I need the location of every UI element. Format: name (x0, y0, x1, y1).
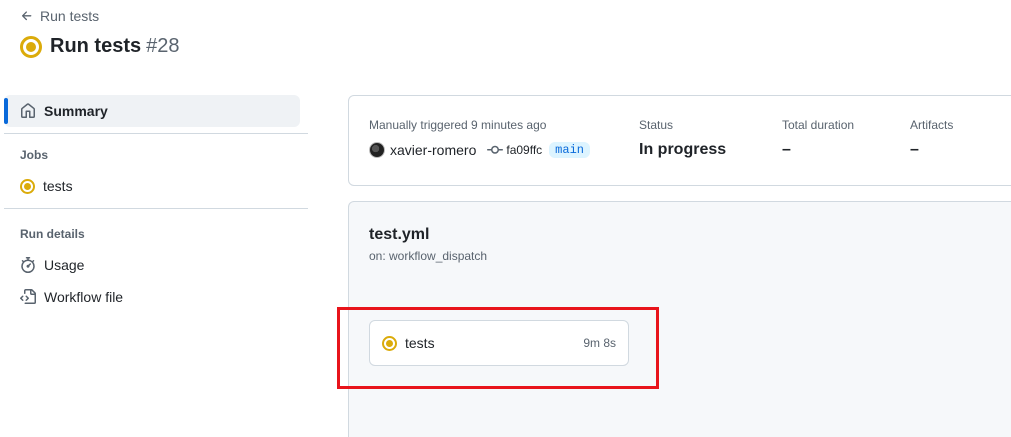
in-progress-status-icon (20, 35, 42, 58)
duration-column: Total duration – (782, 118, 854, 159)
workflow-file-name: test.yml (369, 226, 430, 243)
duration-value: – (782, 141, 791, 158)
sidebar-item-label: Usage (44, 257, 85, 273)
actor-link[interactable]: xavier-romero (390, 142, 476, 158)
stopwatch-icon (21, 257, 35, 273)
artifacts-label: Artifacts (910, 118, 954, 132)
page-title: Run tests #28 (50, 35, 180, 57)
sidebar: Summary Jobs tests Run details Usage Wor… (4, 95, 308, 313)
status-value: In progress (639, 141, 727, 158)
workflow-graph-box: test.yml on: workflow_dispatch (348, 201, 1011, 437)
file-code-icon (20, 289, 36, 304)
sidebar-item-job-tests[interactable]: tests (4, 170, 308, 202)
workflow-trigger: on: workflow_dispatch (369, 249, 488, 263)
sidebar-item-usage[interactable]: Usage (4, 249, 308, 281)
artifacts-column: Artifacts – (910, 118, 953, 159)
run-summary-box: Manually triggered 9 minutes ago xavier-… (348, 95, 1011, 186)
arrow-left-icon (21, 11, 32, 21)
job-name: tests (405, 335, 435, 351)
sidebar-item-label: Summary (44, 103, 108, 119)
job-card-tests[interactable]: tests 9m 8s (369, 320, 629, 366)
jobs-heading: Jobs (20, 148, 49, 162)
divider (4, 208, 308, 209)
commit-sha: fa09ffc (506, 143, 543, 157)
in-progress-status-icon (20, 178, 35, 194)
run-number: #28 (146, 35, 180, 57)
back-link[interactable]: Run tests (20, 8, 99, 24)
avatar[interactable] (369, 142, 385, 158)
page-title-row: Run tests #28 (20, 35, 180, 58)
job-duration: 9m 8s (583, 336, 616, 350)
commit-link[interactable]: fa09ffc (487, 142, 542, 158)
sidebar-item-workflow-file[interactable]: Workflow file (4, 281, 308, 313)
status-column: Status In progress (639, 118, 726, 159)
trigger-column: Manually triggered 9 minutes ago xavier-… (369, 118, 590, 158)
duration-label: Total duration (782, 118, 855, 132)
run-details-heading: Run details (20, 227, 85, 241)
git-commit-icon (487, 145, 504, 154)
sidebar-item-label: tests (43, 178, 73, 194)
artifacts-value: – (910, 141, 919, 158)
branch-badge[interactable]: main (549, 142, 590, 158)
in-progress-status-icon (382, 335, 397, 351)
status-label: Status (639, 118, 674, 132)
sidebar-item-label: Workflow file (44, 289, 124, 305)
back-link-label: Run tests (40, 8, 100, 24)
home-icon (21, 103, 35, 118)
divider (4, 133, 308, 134)
sidebar-item-summary[interactable]: Summary (4, 95, 300, 127)
trigger-text: Manually triggered 9 minutes ago (369, 118, 547, 132)
